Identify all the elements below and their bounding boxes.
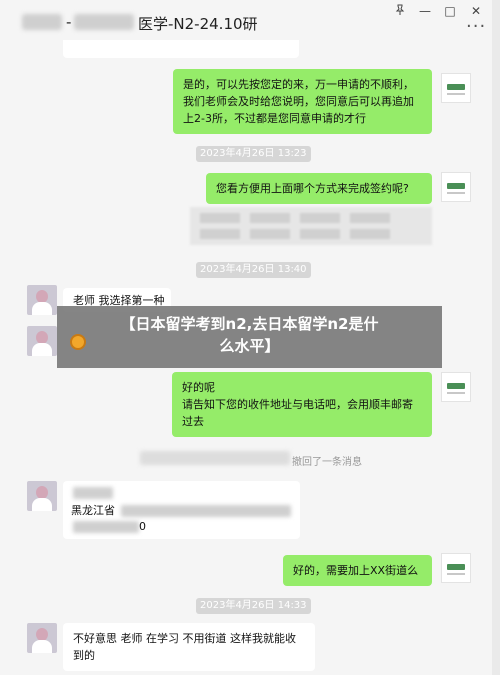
article-title-banner: 【日本留学考到n2,去日本留学n2是什 么水平】 [57, 306, 442, 368]
blurred-text [73, 521, 139, 533]
timestamp: 2023年4月26日 13:23 [196, 146, 311, 162]
maximize-button[interactable]: □ [441, 4, 459, 18]
message-line: 到的 [73, 649, 95, 662]
blurred-image-message[interactable] [190, 207, 432, 245]
message-bubble-received[interactable]: 黑龙江省 0 [63, 481, 300, 539]
timestamp: 2023年4月26日 13:40 [196, 262, 311, 278]
message-province: 黑龙江省 [71, 504, 115, 517]
avatar-contact[interactable] [27, 285, 57, 315]
message-line: 不好意思 老师 在学习 不用街道 这样我就能收 [73, 632, 296, 645]
recall-blurred-name [140, 451, 290, 465]
message-bubble-received[interactable]: 不好意思 老师 在学习 不用街道 这样我就能收 到的 [63, 623, 315, 671]
message-bubble-sent[interactable]: 好的，需要加上XX街道么 [283, 555, 432, 586]
more-options-button[interactable]: ··· [466, 18, 486, 36]
banner-line: 【日本留学考到n2,去日本留学n2是什 [120, 315, 379, 333]
minimize-button[interactable]: — [416, 4, 434, 18]
title-blurred-name [22, 14, 62, 30]
chat-title: 医学-N2-24.10研 [138, 15, 258, 33]
message-bubble-sent[interactable]: 您看方便用上面哪个方式来完成签约呢? [206, 173, 432, 204]
message-bubble-sent[interactable]: 好的呢 请告知下您的收件地址与电话吧，会用顺丰邮寄 过去 [172, 372, 432, 437]
title-blurred-name [74, 14, 134, 30]
timestamp: 2023年4月26日 14:33 [196, 598, 311, 614]
avatar-self[interactable] [441, 73, 471, 103]
avatar-contact[interactable] [27, 481, 57, 511]
avatar-self[interactable] [441, 372, 471, 402]
banner-line: 么水平】 [219, 337, 280, 355]
avatar-self[interactable] [441, 172, 471, 202]
scrollbar-track[interactable] [492, 0, 500, 675]
message-line: 好的呢 [182, 381, 215, 394]
message-line: 好的，需要加上XX街道么 [293, 564, 419, 577]
blurred-text [73, 487, 113, 499]
recall-notice: 撤回了一条消息 [292, 457, 362, 468]
blurred-text [121, 505, 291, 517]
sun-icon [70, 334, 86, 350]
message-line: 过去 [182, 415, 204, 428]
message-line: 我们老师会及时给您说明，您同意后可以再追加 [183, 95, 414, 108]
message-tail: 0 [139, 520, 146, 533]
title-dash: - [66, 13, 72, 31]
message-bubble-sent[interactable]: 是的，可以先按您定的来，万一申请的不顺利， 我们老师会及时给您说明，您同意后可以… [173, 69, 432, 134]
message-line: 您看方便用上面哪个方式来完成签约呢? [216, 182, 409, 195]
message-line: 上2-3所，不过都是您同意申请的才行 [183, 112, 366, 125]
avatar-self[interactable] [441, 553, 471, 583]
message-bubble-partial [63, 40, 299, 58]
avatar-contact[interactable] [27, 623, 57, 653]
message-line: 请告知下您的收件地址与电话吧，会用顺丰邮寄 [182, 398, 413, 411]
avatar-contact[interactable] [27, 326, 57, 356]
message-line: 是的，可以先按您定的来，万一申请的不顺利， [183, 78, 414, 91]
pin-icon[interactable] [391, 4, 409, 19]
